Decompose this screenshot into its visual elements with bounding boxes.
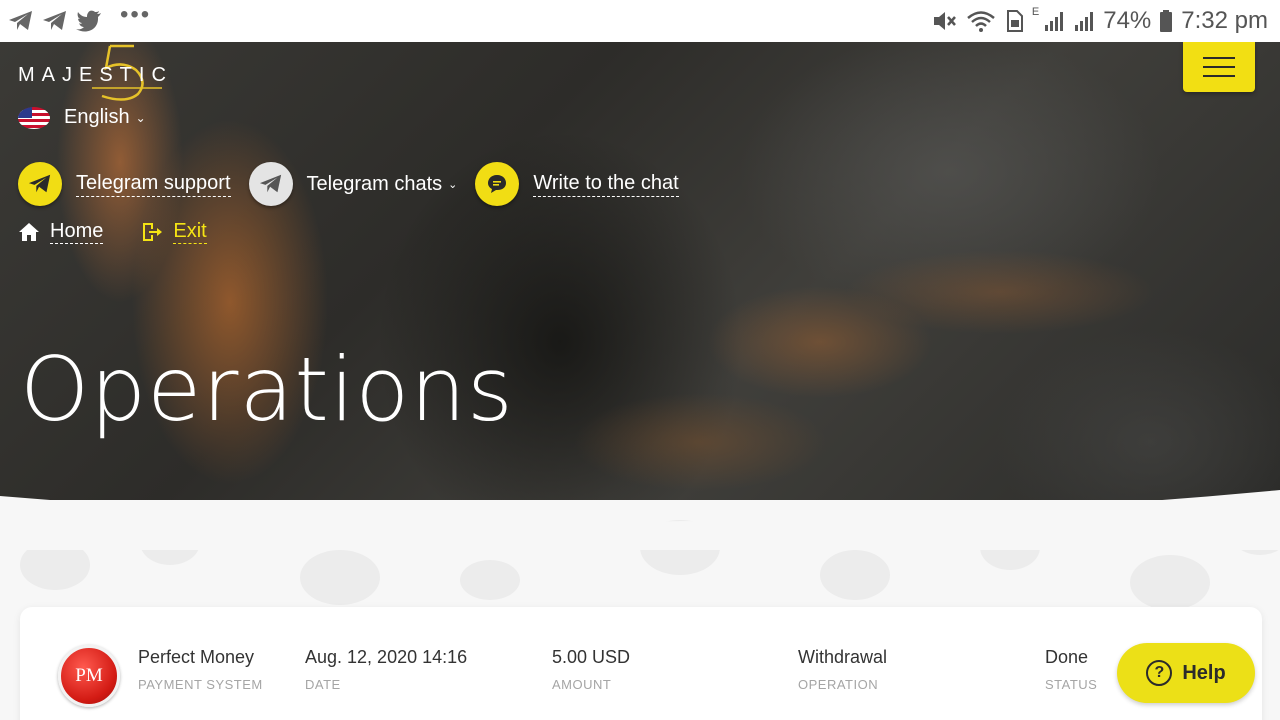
operation-value: Withdrawal [798,647,888,667]
decorative-bubble [1130,555,1210,610]
telegram-notification-icon [9,11,32,30]
contact-links: Telegram support Telegram chats ⌄ Write … [18,162,697,206]
signal-icon [1045,12,1064,31]
sim-card-icon [1006,10,1023,32]
home-link[interactable]: Home [18,220,104,244]
hero-banner: MAJESTIC English ⌄ Telegram support Tele… [0,42,1280,532]
twitter-notification-icon [76,10,101,32]
amount-label: AMOUNT [552,677,612,692]
help-label: Help [1182,661,1226,684]
question-mark-icon: ? [1146,660,1173,686]
us-flag-icon [18,106,50,129]
status-bar: ••• E 74% 7:32 pm [0,0,1280,42]
menu-line [1203,66,1235,68]
majestic-logo[interactable]: MAJESTIC [18,44,173,101]
home-label: Home [50,220,104,244]
battery-icon [1160,10,1173,32]
hero-curve-divider [0,490,1280,550]
status-bar-notifications: ••• [8,3,151,33]
telegram-chats-dropdown[interactable]: Telegram chats ⌄ [248,162,458,206]
payment-system-label: PAYMENT SYSTEM [138,677,263,692]
menu-line [1203,75,1235,77]
home-icon [19,223,39,241]
account-nav: Home Exit [18,220,207,244]
payment-system-field: Perfect Money PAYMENT SYSTEM [138,647,263,692]
telegram-icon [18,162,62,206]
status-value: Done [1045,647,1089,667]
status-label: STATUS [1045,677,1098,692]
operation-label: OPERATION [798,677,879,692]
write-to-chat-link[interactable]: Write to the chat [475,162,679,206]
date-label: DATE [305,677,341,692]
date-field: Aug. 12, 2020 14:16 DATE [305,647,467,692]
perfect-money-logo: PM [58,645,120,707]
chat-bubble-icon [475,162,520,206]
exit-label: Exit [173,220,207,244]
decorative-bubble [300,550,380,605]
chevron-down-icon: ⌄ [448,178,458,191]
date-value: Aug. 12, 2020 14:16 [305,647,468,667]
telegram-support-link[interactable]: Telegram support [18,162,231,206]
decorative-bubble [820,550,890,600]
wifi-icon [967,11,995,32]
telegram-support-label: Telegram support [76,172,231,197]
exit-icon [143,223,163,241]
telegram-notification-icon [43,11,66,30]
amount-value: 5.00 USD [552,647,631,667]
help-button[interactable]: ? Help [1117,643,1255,703]
payment-system-value: Perfect Money [138,647,255,667]
status-bar-system: E 74% 7:32 pm [932,6,1268,35]
operation-card[interactable]: PM Perfect Money PAYMENT SYSTEM Aug. 12,… [20,607,1262,720]
more-notifications-icon: ••• [120,1,152,28]
language-selector[interactable]: English ⌄ [18,106,146,129]
page-title: Operations [20,338,514,441]
exit-link[interactable]: Exit [141,220,207,244]
chevron-down-icon: ⌄ [135,110,146,125]
write-to-chat-label: Write to the chat [533,172,679,197]
signal-icon [1075,12,1094,31]
telegram-chats-label: Telegram chats [306,172,443,195]
clock: 7:32 pm [1181,7,1268,34]
decorative-bubble [460,560,520,600]
language-label: English [64,106,130,128]
hamburger-menu-button[interactable] [1183,42,1255,92]
network-type-label: E [1031,6,1040,18]
status-field: Done STATUS [1045,647,1097,692]
battery-percent: 74% [1103,7,1152,34]
operation-field: Withdrawal OPERATION [798,647,887,692]
mute-icon [933,12,956,30]
amount-field: 5.00 USD AMOUNT [552,647,630,692]
menu-line [1203,57,1235,59]
logo-text: MAJESTIC [18,64,173,86]
telegram-icon [248,162,293,206]
